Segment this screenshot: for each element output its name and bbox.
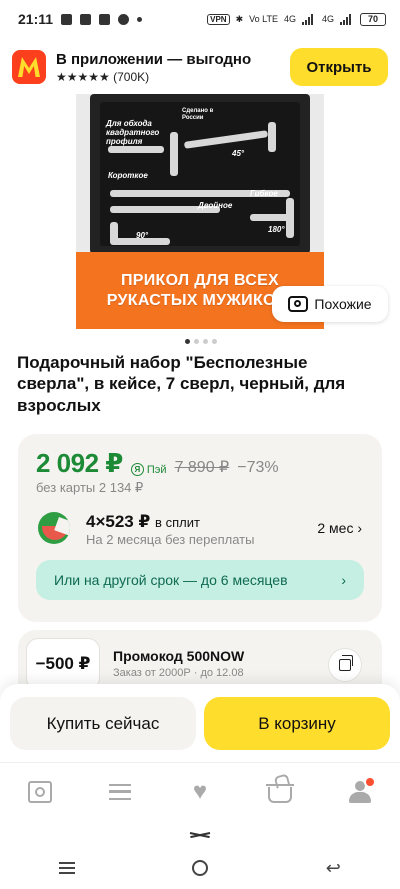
signal-icon-2 — [340, 13, 354, 25]
drill-shape — [286, 198, 294, 238]
price-without-card: без карты 2 134 ₽ — [36, 480, 144, 495]
basket-icon — [266, 783, 294, 803]
case-label-made: Сделано в России — [182, 108, 214, 121]
chevron-right-icon: › — [341, 572, 346, 588]
tab-cart[interactable] — [260, 772, 300, 812]
volte-label: Vo LTE — [249, 14, 278, 24]
split-amount-value: 4×523 ₽ — [86, 512, 151, 531]
similar-label: Похожие — [314, 296, 372, 312]
tab-catalog[interactable] — [100, 772, 140, 812]
split-icon — [38, 512, 70, 544]
market-logo-icon — [12, 50, 46, 84]
home-circle-icon — [191, 859, 208, 876]
current-price: 2 092 ₽ — [36, 448, 123, 478]
old-price: 7 890 ₽ — [174, 459, 230, 476]
battery-icon: 70 — [360, 12, 386, 26]
case-label-180: 180° — [268, 225, 285, 234]
other-term-button[interactable]: Или на другой срок — до 6 месяцев › — [36, 560, 364, 600]
notification-dot — [364, 775, 376, 788]
back-arrow-icon: ↩ — [325, 857, 341, 878]
home-button[interactable] — [180, 853, 220, 883]
shield-notification-icon — [61, 13, 73, 25]
status-right: VPN ✱ Vo LTE 4G 4G 70 — [207, 12, 386, 26]
recent-apps-button[interactable] — [47, 853, 87, 883]
app-banner-text: В приложении — выгодно ★★★★★ (700K) — [56, 51, 251, 84]
system-navigation-bar: ↩ — [0, 846, 400, 889]
promo-card: −500 ₽ Промокод 500NOW Заказ от 2000Р · … — [18, 630, 382, 692]
price-card: 2 092 ₽ Я Пэй 7 890 ₽ −73% без карты 2 1… — [18, 434, 382, 622]
case-label-top: Для обхода квадратного профиля — [106, 119, 160, 146]
price-row: 2 092 ₽ Я Пэй 7 890 ₽ −73% — [36, 448, 279, 479]
bluetooth-icon: ✱ — [235, 13, 244, 24]
similar-button[interactable]: Похожие — [272, 286, 388, 322]
network-4g-label-2: 4G — [321, 14, 334, 24]
split-amount-suffix: в сплит — [155, 515, 200, 530]
back-button[interactable]: ↩ — [313, 853, 353, 883]
app-install-banner: В приложении — выгодно ★★★★★ (700K) Откр… — [0, 44, 400, 90]
signal-icon — [301, 13, 316, 25]
case-label-flex: Гибкое — [250, 189, 278, 198]
promo-band-line-2: РУКАСТЫХ МУЖИКОВ! — [106, 291, 294, 309]
buy-now-button[interactable]: Купить сейчас — [10, 697, 196, 750]
heart-icon: ♥ — [192, 777, 208, 805]
promo-subtitle: Заказ от 2000Р · до 12.08 — [113, 667, 244, 679]
catalog-menu-icon — [109, 783, 131, 800]
gallery-pagination — [185, 339, 217, 344]
product-title: Подарочный набор "Бесполезные сверла", в… — [17, 353, 346, 415]
bottom-tab-bar: ♥ — [0, 762, 400, 820]
discount-percent: −73% — [237, 459, 279, 476]
promo-band-line-1: ПРИКОЛ ДЛЯ ВСЕХ — [120, 272, 280, 290]
status-time: 21:11 — [18, 11, 54, 27]
tab-home[interactable] — [20, 772, 60, 812]
drill-case: Для обхода квадратного профиля Сделано в… — [90, 94, 310, 254]
case-label-short: Короткое — [108, 171, 148, 180]
copy-promo-button[interactable] — [328, 648, 362, 682]
promo-coupon: −500 ₽ — [26, 638, 100, 690]
promo-title: Промокод 500NOW — [113, 648, 245, 664]
gallery-dot — [194, 339, 199, 344]
copy-icon — [339, 655, 353, 671]
chevron-up-icon[interactable] — [186, 826, 214, 840]
drill-shape — [108, 146, 164, 153]
split-amount[interactable]: 4×523 ₽ в сплит — [86, 512, 200, 532]
case-label-double: Двойное — [198, 201, 233, 210]
chat-notification-icon — [99, 13, 111, 25]
tab-favorites[interactable]: ♥ — [180, 772, 220, 812]
gallery-dot-active — [185, 339, 190, 344]
add-to-cart-button[interactable]: В корзину — [204, 697, 390, 750]
recent-apps-icon — [58, 861, 75, 874]
yandex-pay-badge[interactable]: Я Пэй — [130, 463, 167, 476]
network-4g-label: 4G — [283, 14, 296, 24]
split-subtitle: На 2 месяца без переплаты — [86, 532, 255, 547]
app-banner-title: В приложении — выгодно — [56, 50, 252, 68]
tab-profile[interactable] — [340, 772, 380, 812]
split-months-selector[interactable]: 2 мес › — [317, 520, 362, 536]
yandex-pay-icon: Я — [130, 463, 144, 476]
camera-search-icon — [288, 296, 309, 312]
more-notifications-icon — [137, 16, 143, 22]
vpn-icon: VPN — [207, 13, 230, 25]
gallery-dot — [212, 339, 217, 344]
drill-shape — [250, 214, 290, 221]
pay-label: Пэй — [146, 463, 167, 476]
drill-shape — [183, 130, 269, 149]
other-term-label: Или на другой срок — до 6 месяцев — [54, 572, 288, 588]
purchase-action-sheet: Купить сейчас В корзину — [0, 684, 400, 762]
status-bar: 21:11 VPN ✱ Vo LTE 4G 4G 70 — [0, 0, 400, 38]
open-app-button[interactable]: Открыть — [290, 48, 388, 86]
case-label-45: 45° — [232, 149, 245, 158]
case-label-90: 90° — [136, 231, 149, 240]
app-banner-rating: ★★★★★ (700K) — [56, 69, 150, 84]
location-notification-icon — [118, 13, 130, 25]
status-left: 21:11 — [18, 11, 143, 27]
home-icon — [28, 780, 52, 803]
drill-shape — [268, 122, 276, 152]
gallery-dot — [203, 339, 208, 344]
youtube-notification-icon — [80, 13, 92, 25]
drill-case-inner: Для обхода квадратного профиля Сделано в… — [100, 102, 300, 246]
